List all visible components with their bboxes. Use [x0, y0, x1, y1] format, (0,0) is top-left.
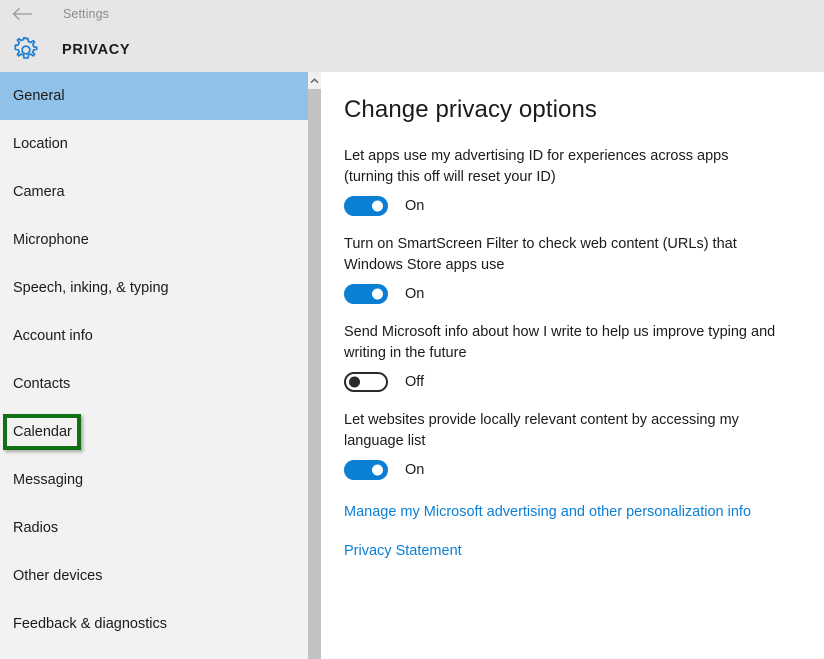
gear-icon [2, 37, 50, 63]
content-link[interactable]: Privacy Statement [344, 543, 462, 559]
main-content: Change privacy options Let apps use my a… [321, 72, 824, 659]
privacy-setting: Let apps use my advertising ID for exper… [344, 146, 824, 217]
setting-toggle-switch[interactable] [344, 460, 388, 480]
toggle-knob [372, 464, 383, 476]
setting-toggle-switch[interactable] [344, 372, 388, 392]
setting-label: Turn on SmartScreen Filter to check web … [344, 236, 737, 273]
toggle-state-label: On [405, 462, 425, 478]
sidebar-item-other-devices[interactable]: Other devices [0, 552, 308, 600]
sidebar-item-general[interactable]: General [0, 72, 308, 120]
setting-toggle-row: On [344, 459, 824, 481]
sidebar-item-label: Speech, inking, & typing [13, 280, 169, 296]
scrollbar-up-button[interactable] [308, 72, 321, 89]
setting-label: Let apps use my advertising ID for exper… [344, 148, 729, 185]
title-bar: Settings [0, 0, 824, 28]
sidebar-item-label: Calendar [13, 424, 72, 440]
sidebar-item-label: General [13, 88, 65, 104]
privacy-setting: Turn on SmartScreen Filter to check web … [344, 234, 824, 305]
sidebar-item-calendar[interactable]: Calendar [0, 408, 308, 456]
content-heading: Change privacy options [344, 96, 598, 123]
sidebar-item-label: Account info [13, 328, 93, 344]
privacy-setting: Send Microsoft info about how I write to… [344, 322, 824, 393]
back-arrow-icon [12, 7, 34, 21]
sidebar-nav: General Location Camera Microphone Speech, i… [0, 72, 308, 659]
sidebar-item-label: Feedback & diagnostics [13, 616, 167, 632]
content-links: Manage my Microsoft advertising and othe… [344, 504, 824, 559]
sidebar-scrollbar[interactable] [308, 72, 321, 659]
setting-toggle-row: On [344, 283, 824, 305]
page-title: PRIVACY [62, 42, 131, 58]
sidebar-item-messaging[interactable]: Messaging [0, 456, 308, 504]
sidebar-item-label: Messaging [13, 472, 84, 488]
sidebar-item-label: Location [13, 136, 68, 152]
toggle-knob [372, 200, 383, 212]
sidebar-item-label: Microphone [13, 232, 89, 248]
settings-window: Settings PRIVACY General Location Camera Mi… [0, 0, 824, 659]
toggle-knob [349, 376, 360, 388]
setting-toggle-switch[interactable] [344, 284, 388, 304]
sidebar-item-label: Camera [13, 184, 65, 200]
toggle-state-label: Off [405, 374, 425, 390]
sidebar-item-feedback-diagnostics[interactable]: Feedback & diagnostics [0, 600, 308, 648]
chevron-up-icon [310, 77, 319, 84]
toggle-state-label: On [405, 198, 425, 214]
sidebar-item-list: General Location Camera Microphone Speech, i… [0, 72, 308, 648]
setting-toggle-switch[interactable] [344, 196, 388, 216]
privacy-settings-list: Let apps use my advertising ID for exper… [344, 146, 824, 481]
setting-toggle-row: Off [344, 371, 824, 393]
sidebar-item-label: Contacts [13, 376, 71, 392]
back-button[interactable] [0, 0, 46, 28]
body-area: General Location Camera Microphone Speech, i… [0, 72, 824, 659]
content-link[interactable]: Manage my Microsoft advertising and othe… [344, 504, 751, 520]
sidebar-item-microphone[interactable]: Microphone [0, 216, 308, 264]
sidebar-item-camera[interactable]: Camera [0, 168, 308, 216]
toggle-knob [372, 288, 383, 300]
setting-label: Send Microsoft info about how I write to… [344, 324, 776, 361]
sidebar-item-contacts[interactable]: Contacts [0, 360, 308, 408]
privacy-setting: Let websites provide locally relevant co… [344, 410, 824, 481]
sidebar-item-label: Radios [13, 520, 59, 536]
sidebar-item-label: Other devices [13, 568, 103, 584]
app-header: PRIVACY [0, 28, 824, 72]
sidebar-item-radios[interactable]: Radios [0, 504, 308, 552]
sidebar-item-account-info[interactable]: Account info [0, 312, 308, 360]
setting-label: Let websites provide locally relevant co… [344, 412, 739, 449]
toggle-state-label: On [405, 286, 425, 302]
sidebar-item-location[interactable]: Location [0, 120, 308, 168]
setting-toggle-row: On [344, 195, 824, 217]
titlebar-title: Settings [63, 7, 109, 21]
sidebar-item-speech-inking-typing[interactable]: Speech, inking, & typing [0, 264, 308, 312]
